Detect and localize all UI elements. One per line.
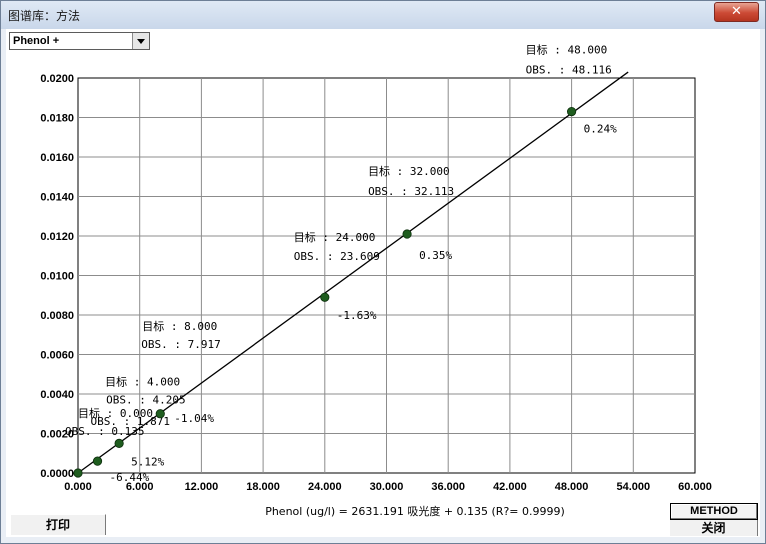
y-tick-label: 0.0160	[40, 152, 74, 164]
point-obs-label: OBS. : 4.205	[106, 393, 185, 406]
close-button[interactable]: 关闭	[670, 520, 758, 536]
x-tick-label: 12.000	[185, 481, 219, 493]
calibration-chart: 0.000 6.000 12.000 18.000 24.000 30.000 36.000…	[40, 43, 712, 518]
point-obs-label: OBS. : 7.917	[141, 338, 220, 351]
y-tick-label: 0.0180	[40, 113, 74, 125]
data-point	[566, 106, 577, 117]
data-point	[92, 456, 103, 466]
x-tick-label: 24.000	[308, 481, 342, 493]
point-error-label: -1.63%	[337, 309, 377, 322]
regression-equation: Phenol (ug/l) = 2631.191 吸光度 + 0.135 (R?…	[265, 504, 565, 518]
point-target-label: 目标 : 48.000	[526, 43, 608, 57]
y-tick-label: 0.0120	[40, 231, 74, 243]
y-tick-label: 0.0140	[40, 192, 74, 204]
point-error-label: 5.12%	[131, 455, 164, 468]
data-point	[73, 468, 83, 478]
x-tick-label: 36.000	[431, 481, 465, 493]
point-error-label: 0.24%	[584, 123, 617, 136]
print-button[interactable]: 打印	[11, 514, 106, 535]
y-tick-label: 0.0040	[40, 389, 74, 401]
x-tick-label: 0.000	[64, 481, 92, 493]
point-error-label: 0.35%	[419, 249, 452, 262]
y-tick-label: 0.0200	[40, 73, 74, 85]
point-target-label: 目标 : 24.000	[294, 230, 376, 244]
method-button[interactable]: METHOD	[670, 503, 758, 520]
window-close-button[interactable]: ✕	[714, 2, 759, 22]
y-tick-label: 0.0060	[40, 350, 74, 362]
data-point	[114, 438, 124, 448]
point-obs-label: OBS. : 48.116	[526, 64, 612, 77]
x-tick-label: 54.000	[616, 481, 650, 493]
point-obs-label: OBS. : 23.609	[294, 250, 380, 263]
point-target-label: 目标 : 32.000	[368, 164, 450, 178]
data-point	[402, 229, 412, 239]
x-tick-label: 18.000	[246, 481, 280, 493]
point-error-label: -1.04%	[174, 412, 214, 425]
y-tick-label: 0.0100	[40, 271, 74, 283]
x-tick-label: 42.000	[493, 481, 527, 493]
window-title: 图谱库：方法	[8, 9, 81, 23]
data-point	[320, 292, 330, 302]
y-tick-label: 0.0080	[40, 310, 74, 322]
x-tick-label: 30.000	[370, 481, 404, 493]
x-tick-label: 60.000	[678, 481, 712, 493]
data-point	[155, 409, 165, 419]
point-obs-label: OBS. : 32.113	[368, 185, 454, 198]
title-bar[interactable]: 图谱库：方法 ✕	[1, 1, 765, 29]
y-tick-label: 0.0000	[40, 468, 74, 480]
chart-panel: Phenol + 0.000 6.000 12.000 18.000 24.000 30.…	[6, 29, 760, 537]
point-error-label: -6.44%	[110, 471, 150, 484]
x-tick-label: 48.000	[555, 481, 589, 493]
method-library-window: 图谱库：方法 ✕ Phenol + 0.000 6.000 12.000 18.000…	[0, 0, 766, 544]
point-target-label: 目标 : 4.000	[105, 374, 180, 388]
point-target-label: 目标 : 8.000	[142, 319, 217, 333]
